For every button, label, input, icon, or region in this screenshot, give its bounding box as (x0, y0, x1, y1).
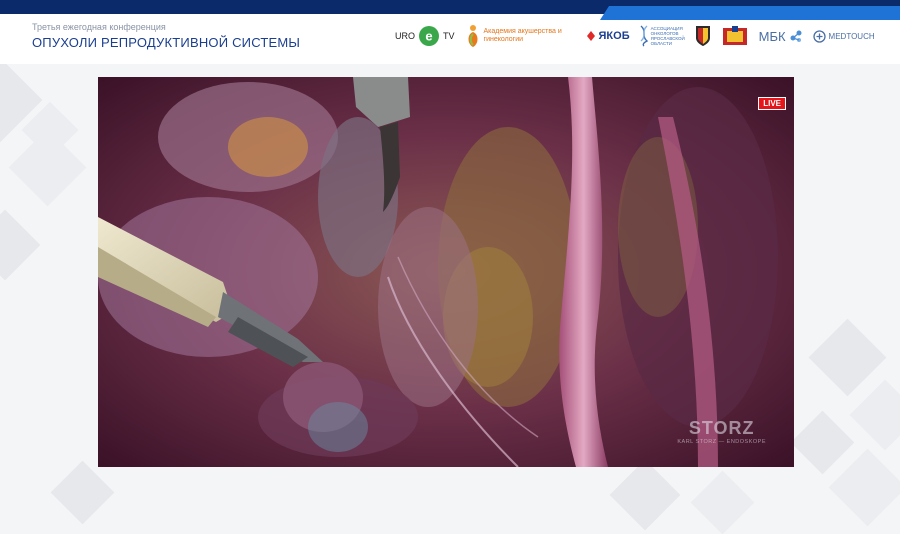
storz-watermark-brand: STORZ (688, 418, 755, 438)
storz-watermark-subtitle: KARL STORZ — ENDOSKOPE (677, 439, 766, 445)
background-decoration (790, 410, 855, 475)
background-decoration (690, 470, 755, 534)
background-decoration (849, 379, 900, 451)
live-badge: LIVE (758, 97, 786, 110)
coat-of-arms-logo (695, 25, 711, 47)
mbk-logo-text: МБК (758, 28, 786, 44)
surgery-video-player[interactable]: LIVE STORZ KARL STORZ — ENDOSKOPE (98, 77, 794, 467)
academy-logo: Академия акушерства и гинекологии (465, 24, 576, 48)
medtouch-logo-text: MEDTOUCH (828, 31, 875, 41)
oncology-association-text: АССОЦИАЦИЯ ОНКОЛОГОВ ЯРОСЛАВСКОЙ ОБЛАСТИ (650, 26, 685, 46)
yakob-logo-text: ЯКОБ (598, 30, 630, 42)
sponsor-logos: URO e TV Академия акушерства и гинеколог… (395, 22, 875, 50)
background-decoration (50, 460, 115, 525)
coat-of-arms-icon (695, 26, 710, 46)
city-emblem-logo (721, 25, 749, 47)
uro-tv-e-icon: e (419, 26, 439, 46)
background-decoration (609, 459, 681, 531)
yakob-logo: ЯКОБ (586, 29, 630, 43)
academy-figure-icon (468, 25, 478, 47)
medtouch-logo: MEDTOUCH (812, 29, 875, 43)
top-band-strip (590, 0, 900, 6)
mbk-logo: МБК (759, 29, 803, 44)
background-decoration (808, 318, 887, 397)
conference-title: ОПУХОЛИ РЕПРОДУКТИВНОЙ СИСТЕМЫ (32, 35, 301, 50)
molecule-icon (790, 30, 802, 42)
background-decoration (828, 448, 900, 527)
background-decoration (0, 209, 41, 281)
city-emblem-icon (722, 26, 747, 45)
medtouch-icon (812, 29, 826, 43)
svg-text:e: e (425, 29, 432, 44)
oncology-association-logo: АССОЦИАЦИЯ ОНКОЛОГОВ ЯРОСЛАВСКОЙ ОБЛАСТИ (640, 25, 685, 47)
dna-icon (640, 25, 648, 47)
laparoscopic-video-image (98, 77, 794, 467)
top-band-accent (600, 6, 900, 20)
uro-tv-logo: URO e TV (395, 25, 455, 47)
storz-watermark: STORZ KARL STORZ — ENDOSKOPE (677, 418, 766, 445)
academy-logo-text: Академия акушерства и гинекологии (483, 28, 562, 43)
conference-subtitle: Третья ежегодная конференция (32, 22, 166, 32)
yakob-wave-icon (586, 31, 595, 41)
